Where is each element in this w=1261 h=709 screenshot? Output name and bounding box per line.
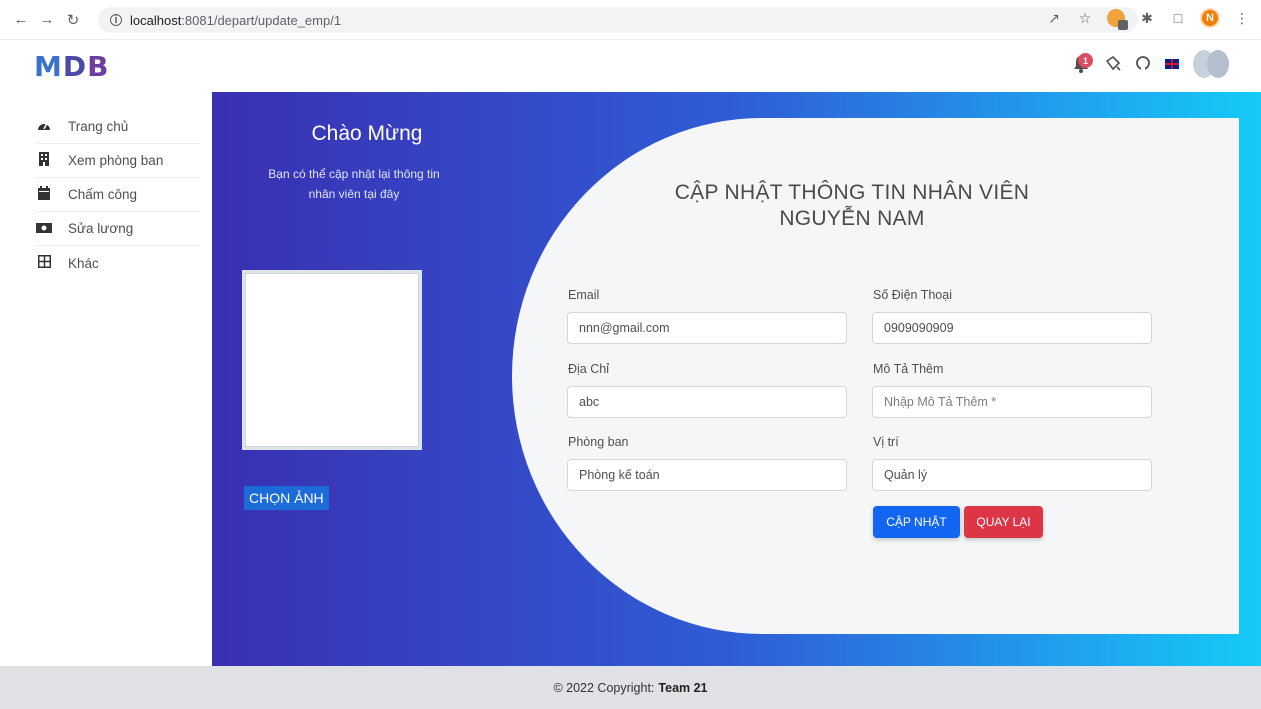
uk-flag-icon[interactable]	[1165, 59, 1179, 69]
description-field[interactable]: Nhập Mô Tả Thêm *	[872, 386, 1152, 418]
forward-arrow-icon[interactable]: →	[36, 9, 58, 31]
employee-photo-preview	[242, 270, 422, 450]
email-field[interactable]: nnn@gmail.com	[567, 312, 847, 344]
extension-icon[interactable]	[1107, 9, 1128, 30]
sidebar-item-label: Khác	[68, 255, 99, 271]
url-host: localhost	[130, 12, 182, 28]
address-label: Địa Chỉ	[568, 362, 609, 376]
address-bar[interactable]: i localhost:8081/depart/update_emp/1	[98, 7, 1138, 33]
update-employee-banner: Chào Mừng Bạn có thể cập nhật lại thông …	[212, 92, 1261, 666]
profile-avatar-icon[interactable]: N	[1200, 8, 1220, 28]
reload-icon[interactable]: ↻	[62, 9, 84, 31]
welcome-heading: Chào Mừng	[311, 122, 423, 145]
mdb-logo[interactable]: MDB	[34, 50, 109, 83]
sidebar-item-attendance[interactable]: Chấm công	[36, 178, 200, 212]
gauge-icon	[36, 119, 52, 134]
url-path: :8081/depart/update_emp/1	[181, 12, 342, 28]
description-label: Mô Tả Thêm	[873, 362, 944, 376]
welcome-subtext: Bạn có thể cập nhật lại thông tin nhân v…	[268, 167, 440, 201]
sidebar-item-label: Trang chủ	[68, 119, 129, 134]
extensions-puzzle-icon[interactable]: ✱	[1138, 9, 1156, 27]
update-button[interactable]: CẬP NHẬT	[873, 506, 960, 538]
grid-icon	[36, 255, 52, 271]
footer: © 2022 Copyright: Team 21	[0, 666, 1261, 709]
phone-label: Số Điện Thoại	[873, 288, 952, 302]
back-button[interactable]: QUAY LẠI	[964, 506, 1043, 538]
money-bill-icon	[36, 221, 52, 236]
bookmark-star-icon[interactable]: ☆	[1076, 9, 1094, 27]
department-label: Phòng ban	[568, 435, 629, 449]
building-icon	[36, 152, 52, 169]
site-info-icon[interactable]: i	[110, 14, 122, 26]
address-field[interactable]: abc	[567, 386, 847, 418]
app-header: MDB 1	[0, 40, 1261, 92]
form-title: CẬP NHẬT THÔNG TIN NHÂN VIÊN NGUYỄN NAM	[592, 180, 1112, 232]
sidebar-item-label: Chấm công	[68, 187, 138, 202]
sidebar-item-label: Xem phòng ban	[68, 153, 164, 168]
sidebar-item-salary[interactable]: Sửa lương	[36, 212, 200, 246]
form-title-employee-name: NGUYỄN NAM	[779, 207, 925, 230]
back-arrow-icon[interactable]: ←	[10, 9, 32, 31]
sidebar-item-other[interactable]: Khác	[36, 246, 200, 280]
notification-badge: 1	[1078, 53, 1093, 68]
github-icon[interactable]	[1135, 55, 1151, 74]
share-icon[interactable]: ↗	[1045, 9, 1063, 27]
position-label: Vị trí	[873, 435, 899, 449]
calendar-icon	[36, 186, 52, 203]
paint-brush-icon[interactable]	[1105, 55, 1121, 74]
choose-image-button[interactable]: CHỌN ẢNH	[244, 486, 329, 510]
sidebar: Trang chủ Xem phòng ban Chấm công Sửa lư…	[0, 92, 212, 666]
browser-toolbar: ← → ↻ i localhost:8081/depart/update_emp…	[0, 0, 1261, 40]
sidebar-item-home[interactable]: Trang chủ	[36, 110, 200, 144]
department-field[interactable]: Phòng kế toán	[567, 459, 847, 491]
notification-bell-icon[interactable]: 1	[1073, 53, 1093, 75]
update-form-card: CẬP NHẬT THÔNG TIN NHÂN VIÊN NGUYỄN NAM …	[512, 118, 1239, 634]
form-title-line1: CẬP NHẬT THÔNG TIN NHÂN VIÊN	[674, 181, 1030, 204]
sidebar-item-label: Sửa lương	[68, 221, 134, 236]
sidebar-item-departments[interactable]: Xem phòng ban	[36, 144, 200, 178]
email-label: Email	[568, 288, 600, 302]
phone-field[interactable]: 0909090909	[872, 312, 1152, 344]
footer-team: Team 21	[658, 680, 708, 695]
browser-menu-icon[interactable]: ⋮	[1233, 9, 1251, 27]
position-field[interactable]: Quản lý	[872, 459, 1152, 491]
side-panel-icon[interactable]: □	[1169, 9, 1187, 27]
footer-copyright: © 2022 Copyright:	[553, 680, 655, 695]
user-avatar[interactable]	[1193, 50, 1231, 78]
